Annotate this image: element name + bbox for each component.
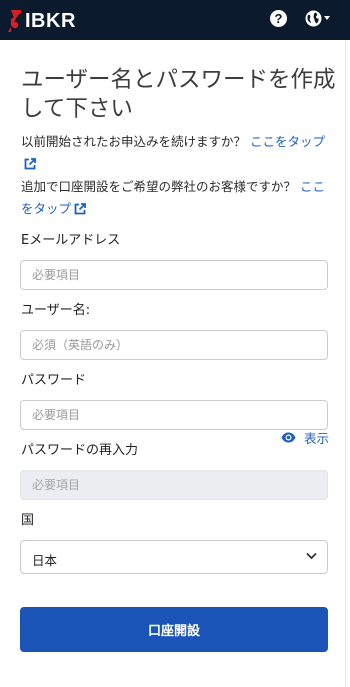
top-navigation-bar: IBKR ?	[0, 0, 350, 40]
resume-application-link-label: ここをタップ	[250, 134, 326, 149]
chevron-down-icon	[306, 552, 317, 560]
password-label: パスワード	[21, 373, 87, 388]
email-field[interactable]	[20, 260, 328, 290]
confirm-password-label: パスワードの再入力	[21, 443, 139, 458]
ibkr-logo[interactable]: IBKR	[8, 9, 76, 33]
help-button[interactable]: ?	[270, 10, 287, 27]
open-account-button[interactable]: 口座開設	[20, 607, 328, 652]
username-field[interactable]	[20, 330, 328, 360]
existing-client-question: 追加で口座開設をご希望の弊社のお客様ですか？	[21, 179, 297, 194]
country-label: 国	[21, 513, 35, 528]
eye-icon	[281, 432, 296, 442]
page-title: ユーザー名とパスワードを作成して下さい	[21, 67, 336, 122]
country-select[interactable]: 日本	[20, 540, 328, 574]
existing-client-text: 追加で口座開設をご希望の弊社のお客様ですか？ ここをタップ	[21, 176, 336, 220]
show-password-label: 表示	[304, 430, 330, 446]
question-circle-icon: ?	[274, 11, 283, 26]
logo-text: IBKR	[25, 9, 76, 32]
scrollbar-track	[345, 40, 346, 687]
globe-icon	[305, 10, 322, 26]
email-label: Eメールアドレス	[21, 233, 121, 248]
external-link-icon	[74, 203, 86, 215]
confirm-password-field[interactable]	[20, 470, 328, 500]
external-link-icon	[24, 158, 36, 170]
chevron-down-icon	[324, 16, 330, 20]
ibkr-logo-icon	[8, 10, 21, 32]
resume-application-question: 以前開始されたお申込みを続けますか？	[21, 134, 247, 149]
resume-application-text: 以前開始されたお申込みを続けますか？ ここをタップ	[21, 131, 336, 175]
password-field[interactable]	[20, 400, 328, 430]
country-select-value: 日本	[32, 553, 58, 568]
language-selector[interactable]	[305, 9, 330, 27]
username-label: ユーザー名:	[21, 303, 91, 318]
show-password-toggle[interactable]: 表示	[281, 429, 330, 446]
